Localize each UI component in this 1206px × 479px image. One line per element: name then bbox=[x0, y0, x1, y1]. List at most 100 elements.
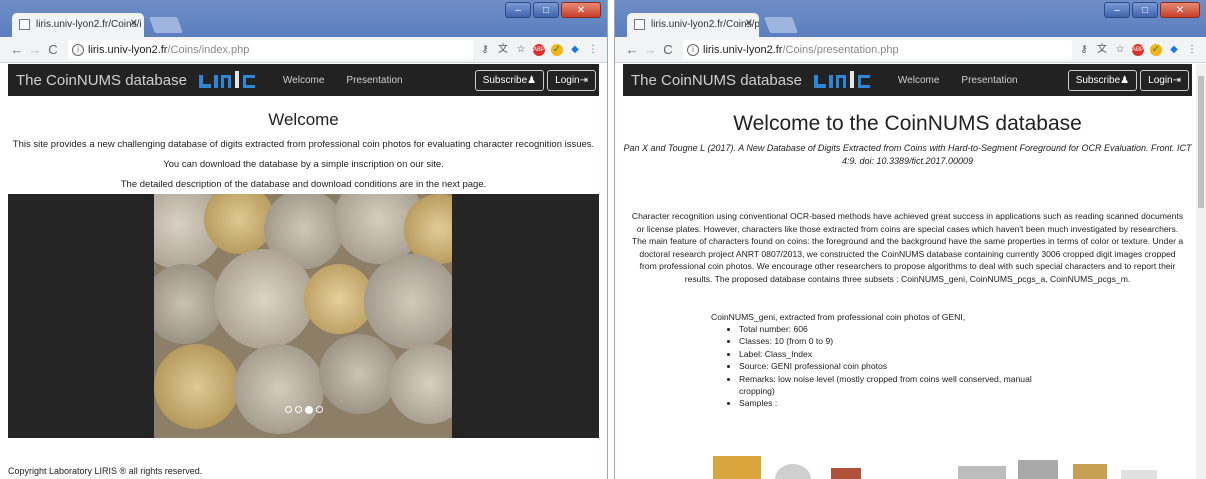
maximize-button[interactable]: □ bbox=[1132, 2, 1158, 18]
sample-images bbox=[713, 456, 1183, 479]
carousel-indicators bbox=[285, 406, 323, 414]
login-button[interactable]: Login⇥ bbox=[1140, 69, 1189, 91]
page-favicon-icon bbox=[19, 19, 30, 30]
subset-description: CoinNUMS_geni, extracted from profession… bbox=[711, 311, 1192, 410]
back-icon[interactable]: ← bbox=[623, 42, 641, 57]
intro-paragraph-3: The detailed description of the database… bbox=[120, 179, 487, 190]
translate-icon[interactable]: 文 bbox=[497, 44, 509, 56]
url-host: liris.univ-lyon2.fr bbox=[88, 43, 168, 56]
carousel-dot-1[interactable] bbox=[285, 406, 292, 413]
login-button[interactable]: Login⇥ bbox=[547, 69, 596, 91]
star-icon[interactable]: ☆ bbox=[515, 44, 527, 56]
tab-close-icon[interactable]: ✕ bbox=[130, 18, 138, 29]
sample-image bbox=[1073, 464, 1107, 479]
sample-image bbox=[958, 466, 1006, 479]
star-icon[interactable]: ☆ bbox=[1114, 44, 1126, 56]
page-title: Welcome to the CoinNUMS database bbox=[733, 112, 1082, 135]
menu-icon[interactable]: ⋮ bbox=[1186, 44, 1198, 56]
address-bar[interactable]: i liris.univ-lyon2.fr/Coins/presentation… bbox=[683, 39, 1072, 60]
chrome-ext-icon[interactable]: ✓ bbox=[1150, 43, 1162, 56]
extension-bar: ⚷ 文 ☆ ABP ✓ ◆ ⋮ bbox=[479, 43, 607, 56]
tab-title: liris.univ-lyon2.fr/Coins/i bbox=[36, 19, 142, 30]
adblock-icon[interactable]: ABP bbox=[1132, 43, 1144, 56]
intro-paragraph-2: You can download the database by a simpl… bbox=[163, 159, 444, 170]
subscribe-button[interactable]: Subscribe♟ bbox=[1067, 69, 1138, 91]
list-item: Total number: 606 bbox=[739, 323, 1192, 335]
address-bar[interactable]: i liris.univ-lyon2.fr/Coins/index.php bbox=[68, 39, 473, 60]
list-item: Remarks: low noise level (mostly cropped… bbox=[739, 373, 1192, 398]
diamond-icon[interactable]: ◆ bbox=[569, 44, 581, 56]
user-icon: ♟ bbox=[527, 74, 537, 86]
image-carousel[interactable] bbox=[8, 194, 599, 438]
diamond-icon[interactable]: ◆ bbox=[1168, 44, 1180, 56]
page-scrollbar[interactable] bbox=[1196, 64, 1206, 479]
back-icon[interactable]: ← bbox=[8, 42, 26, 57]
login-label: Login bbox=[555, 74, 580, 86]
subset-intro: CoinNUMS_geni, extracted from profession… bbox=[711, 311, 966, 322]
tab-strip: liris.univ-lyon2.fr/Coins/i ✕ – □ ✕ bbox=[0, 0, 607, 37]
browser-window-left: liris.univ-lyon2.fr/Coins/i ✕ – □ ✕ ← → … bbox=[0, 0, 608, 479]
translate-icon[interactable]: 文 bbox=[1096, 44, 1108, 56]
coin-photo bbox=[154, 194, 452, 438]
site-navbar: The CoinNUMS database Welcome Presentati… bbox=[8, 64, 599, 96]
sample-image bbox=[775, 464, 811, 479]
window-close-button[interactable]: ✕ bbox=[561, 2, 601, 18]
reload-icon[interactable]: C bbox=[659, 42, 677, 57]
abstract-paragraph: Character recognition using conventional… bbox=[631, 211, 1184, 284]
list-item: Source: GENI professional coin photos bbox=[739, 360, 1192, 372]
subscribe-button[interactable]: Subscribe♟ bbox=[474, 69, 545, 91]
nav-link-presentation[interactable]: Presentation bbox=[346, 75, 402, 86]
carousel-dot-4[interactable] bbox=[316, 406, 323, 413]
key-icon[interactable]: ⚷ bbox=[1078, 44, 1090, 56]
list-item: Label: Class_Index bbox=[739, 348, 1192, 360]
subset-details-list: Total number: 606 Classes: 10 (from 0 to… bbox=[739, 323, 1192, 410]
menu-icon[interactable]: ⋮ bbox=[587, 44, 599, 56]
forward-icon[interactable]: → bbox=[26, 42, 44, 57]
browser-tab[interactable]: liris.univ-lyon2.fr/Coins/p ✕ bbox=[627, 13, 759, 37]
info-icon[interactable]: i bbox=[687, 43, 699, 56]
subscribe-label: Subscribe bbox=[1075, 74, 1121, 86]
maximize-button[interactable]: □ bbox=[533, 2, 559, 18]
key-icon[interactable]: ⚷ bbox=[479, 44, 491, 56]
intro-paragraph-1: This site provides a new challenging dat… bbox=[12, 139, 595, 150]
page-content: Welcome This site provides a new challen… bbox=[8, 96, 599, 479]
tab-close-icon[interactable]: ✕ bbox=[745, 18, 753, 29]
site-navbar: The CoinNUMS database Welcome Presentati… bbox=[623, 64, 1192, 96]
new-tab-button[interactable] bbox=[764, 17, 798, 33]
chrome-ext-icon[interactable]: ✓ bbox=[551, 43, 563, 56]
adblock-icon[interactable]: ABP bbox=[533, 43, 545, 56]
browser-tab[interactable]: liris.univ-lyon2.fr/Coins/i ✕ bbox=[12, 13, 144, 37]
extension-bar: ⚷ 文 ☆ ABP ✓ ◆ ⋮ bbox=[1078, 43, 1206, 56]
scrollbar-thumb[interactable] bbox=[1198, 76, 1204, 208]
site-brand[interactable]: The CoinNUMS database bbox=[16, 72, 187, 89]
new-tab-button[interactable] bbox=[149, 17, 183, 33]
url-host: liris.univ-lyon2.fr bbox=[703, 43, 783, 56]
minimize-button[interactable]: – bbox=[1104, 2, 1130, 18]
nav-link-welcome[interactable]: Welcome bbox=[283, 75, 325, 86]
window-close-button[interactable]: ✕ bbox=[1160, 2, 1200, 18]
list-item: Classes: 10 (from 0 to 9) bbox=[739, 335, 1192, 347]
sample-image bbox=[713, 456, 761, 479]
site-brand[interactable]: The CoinNUMS database bbox=[631, 72, 802, 89]
carousel-dot-3[interactable] bbox=[305, 406, 313, 414]
login-icon: ⇥ bbox=[579, 74, 588, 86]
info-icon[interactable]: i bbox=[72, 43, 84, 56]
nav-link-welcome[interactable]: Welcome bbox=[898, 75, 940, 86]
tab-strip: liris.univ-lyon2.fr/Coins/p ✕ – □ ✕ bbox=[615, 0, 1206, 37]
sample-image bbox=[831, 468, 861, 479]
nav-link-presentation[interactable]: Presentation bbox=[961, 75, 1017, 86]
footer-copyright: Copyright Laboratory LIRIS ® all rights … bbox=[8, 466, 203, 476]
window-controls: – □ ✕ bbox=[1104, 2, 1200, 18]
tab-title: liris.univ-lyon2.fr/Coins/p bbox=[651, 19, 759, 30]
minimize-button[interactable]: – bbox=[505, 2, 531, 18]
login-label: Login bbox=[1148, 74, 1173, 86]
carousel-dot-2[interactable] bbox=[295, 406, 302, 413]
window-controls: – □ ✕ bbox=[505, 2, 601, 18]
liris-logo bbox=[198, 69, 261, 91]
url-path: /Coins/presentation.php bbox=[782, 43, 899, 56]
page-content: Welcome to the CoinNUMS database Pan X a… bbox=[623, 96, 1192, 479]
reload-icon[interactable]: C bbox=[44, 42, 62, 57]
liris-logo bbox=[813, 69, 876, 91]
forward-icon[interactable]: → bbox=[641, 42, 659, 57]
nav-actions: Subscribe♟ Login⇥ bbox=[474, 69, 599, 91]
